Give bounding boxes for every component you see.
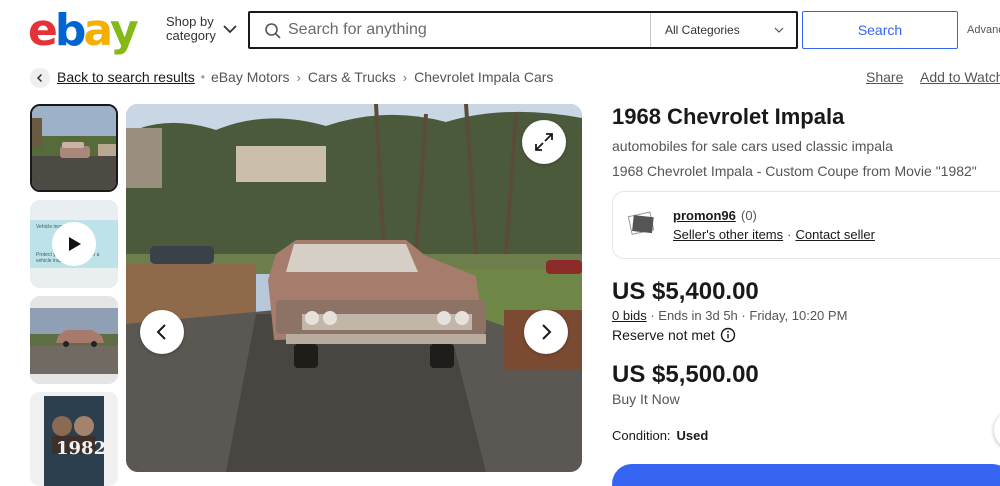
logo-letter-b: b [54, 5, 86, 56]
thumbnail-3[interactable] [30, 296, 118, 384]
add-to-watchlist-link[interactable]: Add to Watchlist [920, 69, 1000, 85]
listing-description: 1968 Chevrolet Impala - Custom Coupe fro… [612, 163, 977, 179]
seller-name-link[interactable]: promon96 [673, 208, 736, 223]
listing-subtitle: automobiles for sale cars used classic i… [612, 138, 893, 154]
search-icon [265, 23, 281, 39]
reserve-not-met-text: Reserve not met [612, 327, 715, 343]
separator-dot: · [787, 227, 792, 242]
contact-seller-link[interactable]: Contact seller [795, 227, 874, 242]
shop-by-label-line1: Shop by [166, 14, 214, 29]
seller-other-items-link[interactable]: Seller's other items [673, 227, 783, 242]
next-image-button[interactable] [524, 310, 568, 354]
search-button[interactable]: Search [802, 11, 958, 49]
breadcrumb-item-ebay-motors[interactable]: eBay Motors [211, 69, 290, 85]
category-select-value: All Categories [665, 23, 740, 37]
breadcrumb: Back to search results • eBay Motors › C… [57, 69, 553, 85]
bid-info: 0 bids · Ends in 3d 5h · Friday, 10:20 P… [612, 308, 847, 323]
bids-count-link[interactable]: 0 bids [612, 308, 647, 323]
side-scroll-button[interactable] [994, 410, 1000, 450]
chevron-right-icon: › [402, 69, 408, 85]
share-link[interactable]: Share [866, 69, 903, 85]
listing-title: 1968 Chevrolet Impala [612, 104, 845, 129]
breadcrumb-separator: • [200, 70, 205, 84]
seller-links: Seller's other items · Contact seller [673, 227, 875, 242]
seller-feedback-count[interactable]: (0) [741, 208, 757, 223]
seller-card: promon96 (0) Seller's other items · Contac… [612, 191, 1000, 259]
chevron-left-icon [156, 324, 166, 340]
chevron-right-icon [542, 324, 552, 340]
logo-letter-a: a [83, 5, 113, 56]
auction-end-time: Friday, 10:20 PM [749, 308, 848, 323]
search-bar: All Categories [248, 11, 798, 49]
car-photo [126, 104, 582, 472]
shop-by-label-line2: category [166, 28, 216, 43]
logo-letter-e: e [28, 5, 58, 56]
main-listing-image[interactable] [126, 104, 582, 472]
condition-label: Condition: [612, 428, 671, 443]
buy-it-now-label: Buy It Now [612, 391, 680, 407]
poster-thumbnail[interactable]: 1982 [30, 392, 118, 486]
chevron-right-icon: › [296, 69, 301, 85]
condition-row: Condition: Used [612, 428, 708, 443]
category-select[interactable]: All Categories [650, 13, 796, 47]
expand-icon[interactable] [522, 120, 566, 164]
place-bid-button[interactable] [612, 464, 1000, 486]
chevron-down-icon [774, 27, 784, 33]
buy-it-now-price: US $5,500.00 [612, 361, 759, 388]
back-to-search-link[interactable]: Back to search results [57, 69, 195, 85]
poster-title: 1982 [56, 438, 107, 459]
seller-avatar-icon[interactable] [627, 208, 657, 238]
breadcrumb-item-cars-trucks[interactable]: Cars & Trucks [308, 69, 396, 85]
search-input[interactable] [288, 13, 648, 47]
reserve-status: Reserve not met [612, 327, 736, 343]
back-arrow-icon[interactable] [30, 68, 50, 88]
thumbnail-1[interactable] [30, 104, 118, 192]
shop-by-category-button[interactable]: Shop by category [166, 15, 216, 43]
auction-ends-text: Ends in 3d 5h [658, 308, 738, 323]
ebay-logo[interactable]: e b a y [28, 5, 139, 56]
previous-image-button[interactable] [140, 310, 184, 354]
logo-letter-y: y [110, 5, 139, 56]
play-icon[interactable] [52, 222, 96, 266]
info-icon[interactable] [720, 327, 736, 343]
condition-value: Used [676, 428, 709, 443]
advanced-search-link[interactable]: Advanced [967, 24, 1000, 36]
chevron-down-icon[interactable] [222, 21, 238, 37]
current-bid-price: US $5,400.00 [612, 278, 759, 305]
car-side-photo-thumbnail [30, 296, 118, 384]
video-thumbnail[interactable]: Vehicle inspection Protect your purchase… [30, 200, 118, 288]
car-photo-thumbnail [32, 106, 116, 190]
breadcrumb-item-impala-cars[interactable]: Chevrolet Impala Cars [414, 69, 553, 85]
